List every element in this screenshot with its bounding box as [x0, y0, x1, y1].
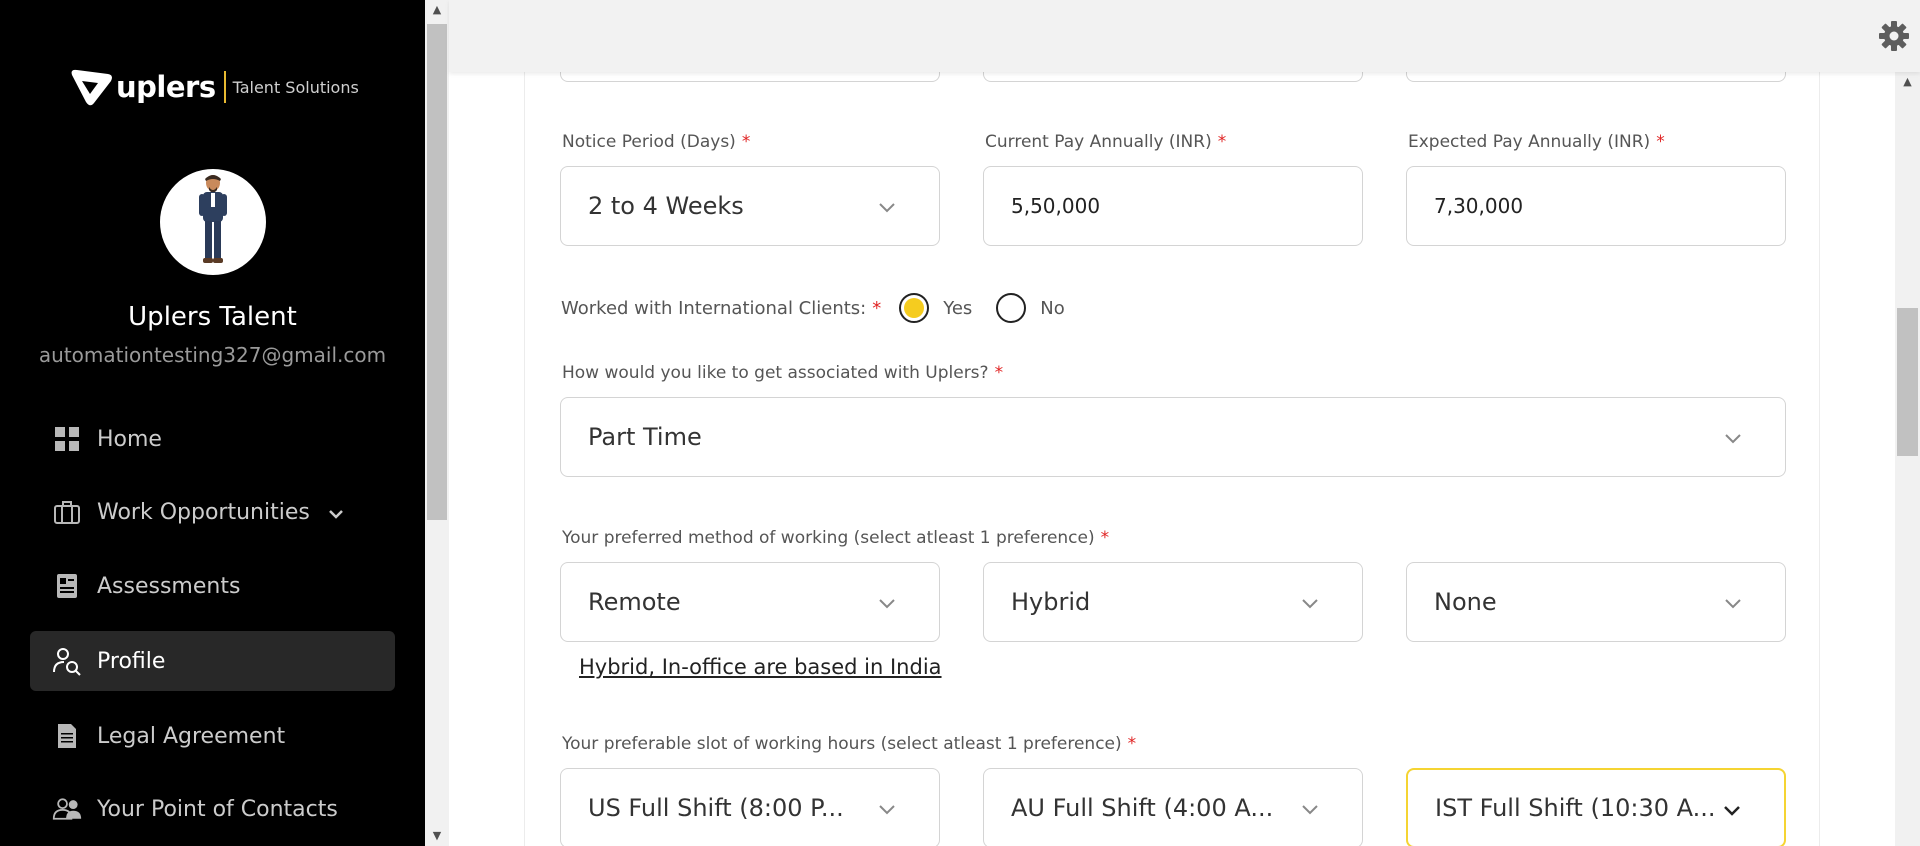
brand-separator — [223, 71, 226, 103]
card-border-left — [524, 72, 525, 846]
user-email: automationtesting327@gmail.com — [38, 343, 387, 367]
working-slot-value-3: IST Full Shift (10:30 A... — [1435, 794, 1716, 822]
nav-item-home[interactable]: Home — [30, 409, 395, 469]
association-select[interactable]: Part Time — [560, 397, 1786, 477]
user-name: Uplers Talent — [128, 302, 297, 332]
working-method-select-3[interactable]: None — [1406, 562, 1786, 642]
content-scroll-thumb[interactable] — [1897, 308, 1918, 456]
radio-selected-dot — [904, 298, 925, 318]
top-bar — [449, 0, 1920, 72]
working-slot-select-2[interactable]: AU Full Shift (4:00 A... — [983, 768, 1363, 846]
contacts-icon — [52, 794, 82, 824]
avatar[interactable] — [160, 169, 266, 275]
chevron-down-icon — [879, 805, 895, 815]
expected-pay-input[interactable]: 7,30,000 — [1406, 166, 1786, 246]
radio-yes[interactable] — [899, 293, 930, 323]
uplers-logo-icon — [71, 69, 112, 106]
brand-name: uplers — [116, 70, 216, 104]
briefcase-icon — [52, 497, 82, 527]
sidebar: uplers Talent Solutions Uplers Talent au… — [0, 0, 425, 846]
working-method-select-1[interactable]: Remote — [560, 562, 940, 642]
working-slot-value-1: US Full Shift (8:00 P... — [588, 794, 844, 822]
scroll-up-arrow[interactable]: ▲ — [425, 0, 449, 20]
nav-label-work-opportunities: Work Opportunities — [97, 499, 310, 525]
hybrid-info-link[interactable]: Hybrid, In-office are based in India — [579, 655, 942, 679]
chevron-down-icon — [1302, 599, 1318, 609]
international-clients-group: Worked with International Clients: * Yes … — [561, 290, 1065, 326]
expected-pay-label: Expected Pay Annually (INR) * — [1408, 132, 1665, 152]
nav-item-assessments[interactable]: Assessments — [30, 556, 395, 616]
association-label: How would you like to get associated wit… — [562, 363, 1004, 383]
expected-pay-value: 7,30,000 — [1434, 194, 1524, 218]
radio-yes-label[interactable]: Yes — [943, 298, 972, 319]
brand-logo[interactable]: uplers Talent Solutions — [68, 66, 359, 108]
radio-no-label[interactable]: No — [1040, 298, 1064, 319]
chevron-down-icon — [1725, 434, 1741, 444]
card-border-right — [1819, 72, 1820, 846]
nav-item-legal-agreement[interactable]: Legal Agreement — [30, 706, 395, 766]
chevron-down-icon — [1725, 599, 1741, 609]
scroll-up-arrow[interactable]: ▲ — [1895, 72, 1920, 92]
current-pay-label: Current Pay Annually (INR) * — [985, 132, 1227, 152]
notice-period-select[interactable]: 2 to 4 Weeks — [560, 166, 940, 246]
chevron-down-icon — [879, 203, 895, 213]
nav-label-profile: Profile — [97, 648, 166, 674]
chevron-down-icon — [1302, 805, 1318, 815]
brand-tagline: Talent Solutions — [232, 77, 359, 97]
profile-search-icon — [52, 646, 82, 676]
nav-label-contacts: Your Point of Contacts — [97, 796, 338, 822]
chevron-down-icon — [1724, 806, 1740, 816]
document-icon — [52, 721, 82, 751]
gear-icon[interactable] — [1878, 20, 1910, 52]
nav-item-work-opportunities[interactable]: Work Opportunities — [30, 482, 395, 542]
working-method-select-2[interactable]: Hybrid — [983, 562, 1363, 642]
chevron-down-icon — [879, 599, 895, 609]
notice-period-label: Notice Period (Days) * — [562, 132, 751, 152]
nav-item-profile[interactable]: Profile — [30, 631, 395, 691]
working-method-value-2: Hybrid — [1011, 588, 1091, 616]
working-slot-select-3[interactable]: IST Full Shift (10:30 A... — [1406, 768, 1786, 846]
radio-no[interactable] — [996, 293, 1027, 323]
sidebar-scroll-thumb[interactable] — [427, 24, 447, 520]
international-clients-label: Worked with International Clients: * — [561, 297, 882, 319]
working-method-value-3: None — [1434, 588, 1497, 616]
assessment-icon — [52, 571, 82, 601]
scroll-down-arrow[interactable]: ▼ — [425, 826, 449, 846]
current-pay-input[interactable]: 5,50,000 — [983, 166, 1363, 246]
working-slot-value-2: AU Full Shift (4:00 A... — [1011, 794, 1274, 822]
avatar-figure-icon — [199, 175, 227, 263]
content-scrollbar[interactable]: ▲ — [1895, 72, 1920, 846]
nav-label-assessments: Assessments — [97, 573, 241, 599]
sidebar-scrollbar[interactable]: ▲ ▼ — [425, 0, 449, 846]
working-method-label: Your preferred method of working (select… — [562, 528, 1110, 548]
nav-label-legal-agreement: Legal Agreement — [97, 723, 286, 749]
nav-item-contacts[interactable]: Your Point of Contacts — [30, 779, 395, 839]
notice-period-value: 2 to 4 Weeks — [588, 192, 744, 220]
current-pay-value: 5,50,000 — [1011, 194, 1101, 218]
working-slot-select-1[interactable]: US Full Shift (8:00 P... — [560, 768, 940, 846]
chevron-down-icon[interactable] — [328, 500, 344, 525]
grid-icon — [52, 424, 82, 454]
association-value: Part Time — [588, 423, 702, 451]
working-slot-label: Your preferable slot of working hours (s… — [562, 734, 1137, 754]
working-method-value-1: Remote — [588, 588, 681, 616]
nav-label-home: Home — [97, 426, 162, 452]
